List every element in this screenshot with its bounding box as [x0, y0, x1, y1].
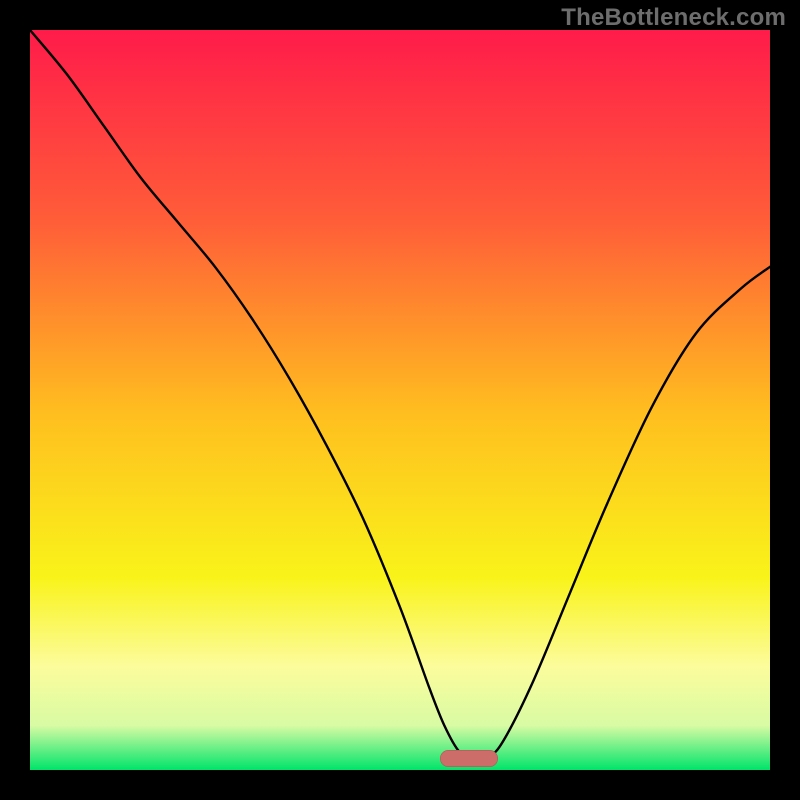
attribution-text: TheBottleneck.com [561, 4, 786, 32]
plot-svg [30, 30, 770, 770]
plot-area [30, 30, 770, 770]
chart-frame: TheBottleneck.com [0, 0, 800, 800]
gradient-background [30, 30, 770, 770]
optimal-point-marker [440, 750, 498, 767]
